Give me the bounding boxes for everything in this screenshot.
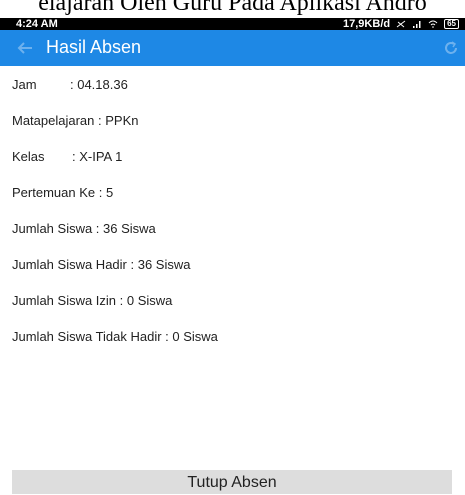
battery-icon: 65: [444, 19, 459, 29]
app-bar: Hasil Absen: [0, 30, 465, 66]
jam-row: Jam : 04.18.36: [12, 66, 452, 102]
jam-value: : 04.18.36: [70, 76, 128, 92]
kelas-row: Kelas : X-IPA 1: [12, 138, 452, 174]
signal-icon: [413, 21, 421, 28]
page-title: Hasil Absen: [46, 37, 142, 57]
tutup-absen-button[interactable]: Tutup Absen: [12, 470, 452, 494]
kelas-label: Kelas: [12, 148, 45, 164]
no-signal-icon: [396, 20, 406, 28]
pertemuan-row: Pertemuan Ke : 5: [12, 184, 114, 200]
status-bar: 4:24 AM 17,9KB/d 65: [0, 18, 465, 30]
matapelajaran-row: Matapelajaran : PPKn: [12, 112, 139, 128]
jumlah-siswa-row: Jumlah Siswa : 36 Siswa: [12, 220, 156, 236]
status-icons: 17,9KB/d 65: [343, 18, 459, 30]
network-speed: 17,9KB/d: [343, 18, 391, 30]
arrow-left-icon[interactable]: [16, 39, 34, 57]
caption-text: elajaran Oleh Guru Pada Aplikasi Andro: [38, 0, 427, 16]
jumlah-izin-row: Jumlah Siswa Izin : 0 Siswa: [12, 292, 173, 308]
wifi-icon: [428, 20, 438, 28]
jumlah-tidak-hadir-row: Jumlah Siswa Tidak Hadir : 0 Siswa: [12, 328, 218, 344]
jam-label: Jam: [12, 76, 37, 92]
refresh-icon[interactable]: [443, 40, 459, 56]
status-time: 4:24 AM: [16, 18, 58, 30]
jumlah-hadir-row: Jumlah Siswa Hadir : 36 Siswa: [12, 256, 191, 272]
attendance-result: Jam : 04.18.36 Matapelajaran : PPKn Kela…: [12, 66, 452, 354]
kelas-value: : X-IPA 1: [72, 148, 123, 164]
document-caption: elajaran Oleh Guru Pada Aplikasi Andro: [0, 0, 465, 18]
